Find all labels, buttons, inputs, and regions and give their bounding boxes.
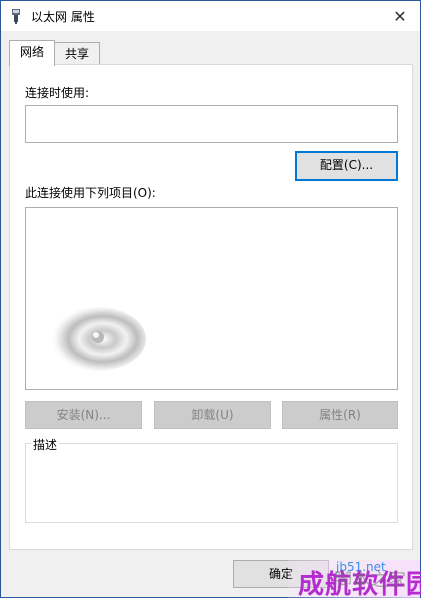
description-label: 描述 <box>31 436 60 453</box>
window-title: 以太网 属性 <box>31 10 95 24</box>
title-bar[interactable]: 以太网 属性 ✕ <box>1 1 420 31</box>
network-tab-panel: 连接时使用: 配置(C)... 此连接使用下列项目(O): 安装(N)... 卸… <box>9 64 413 550</box>
configure-button-label: 配置(C)... <box>319 158 374 172</box>
tab-sharing-label: 共享 <box>64 47 89 61</box>
tab-network-label: 网络 <box>19 45 44 59</box>
description-group <box>25 443 398 523</box>
close-icon: ✕ <box>393 6 407 26</box>
properties-button-label: 属性(R) <box>319 408 361 422</box>
loading-spinner-icon <box>50 307 146 371</box>
close-button[interactable]: ✕ <box>380 1 420 31</box>
install-button[interactable]: 安装(N)... <box>25 401 142 429</box>
network-adapter-icon <box>12 9 20 24</box>
tab-sharing[interactable]: 共享 <box>54 42 100 65</box>
adapter-name-field[interactable] <box>25 105 398 143</box>
configure-button[interactable]: 配置(C)... <box>295 151 398 181</box>
connection-items-list[interactable] <box>25 207 398 390</box>
properties-button[interactable]: 属性(R) <box>282 401 398 429</box>
uninstall-button[interactable]: 卸载(U) <box>154 401 271 429</box>
connect-using-label: 连接时使用: <box>25 86 90 100</box>
properties-window: 以太网 属性 ✕ 网络 共享 连接时使用: 配置(C)... 此连接使用下列项目… <box>0 0 421 598</box>
tab-network[interactable]: 网络 <box>9 40 55 66</box>
watermark-brand-text: 脚本之家 <box>334 570 406 591</box>
items-label: 此连接使用下列项目(O): <box>25 186 156 200</box>
install-button-label: 安装(N)... <box>56 408 111 422</box>
uninstall-button-label: 卸载(U) <box>191 408 234 422</box>
